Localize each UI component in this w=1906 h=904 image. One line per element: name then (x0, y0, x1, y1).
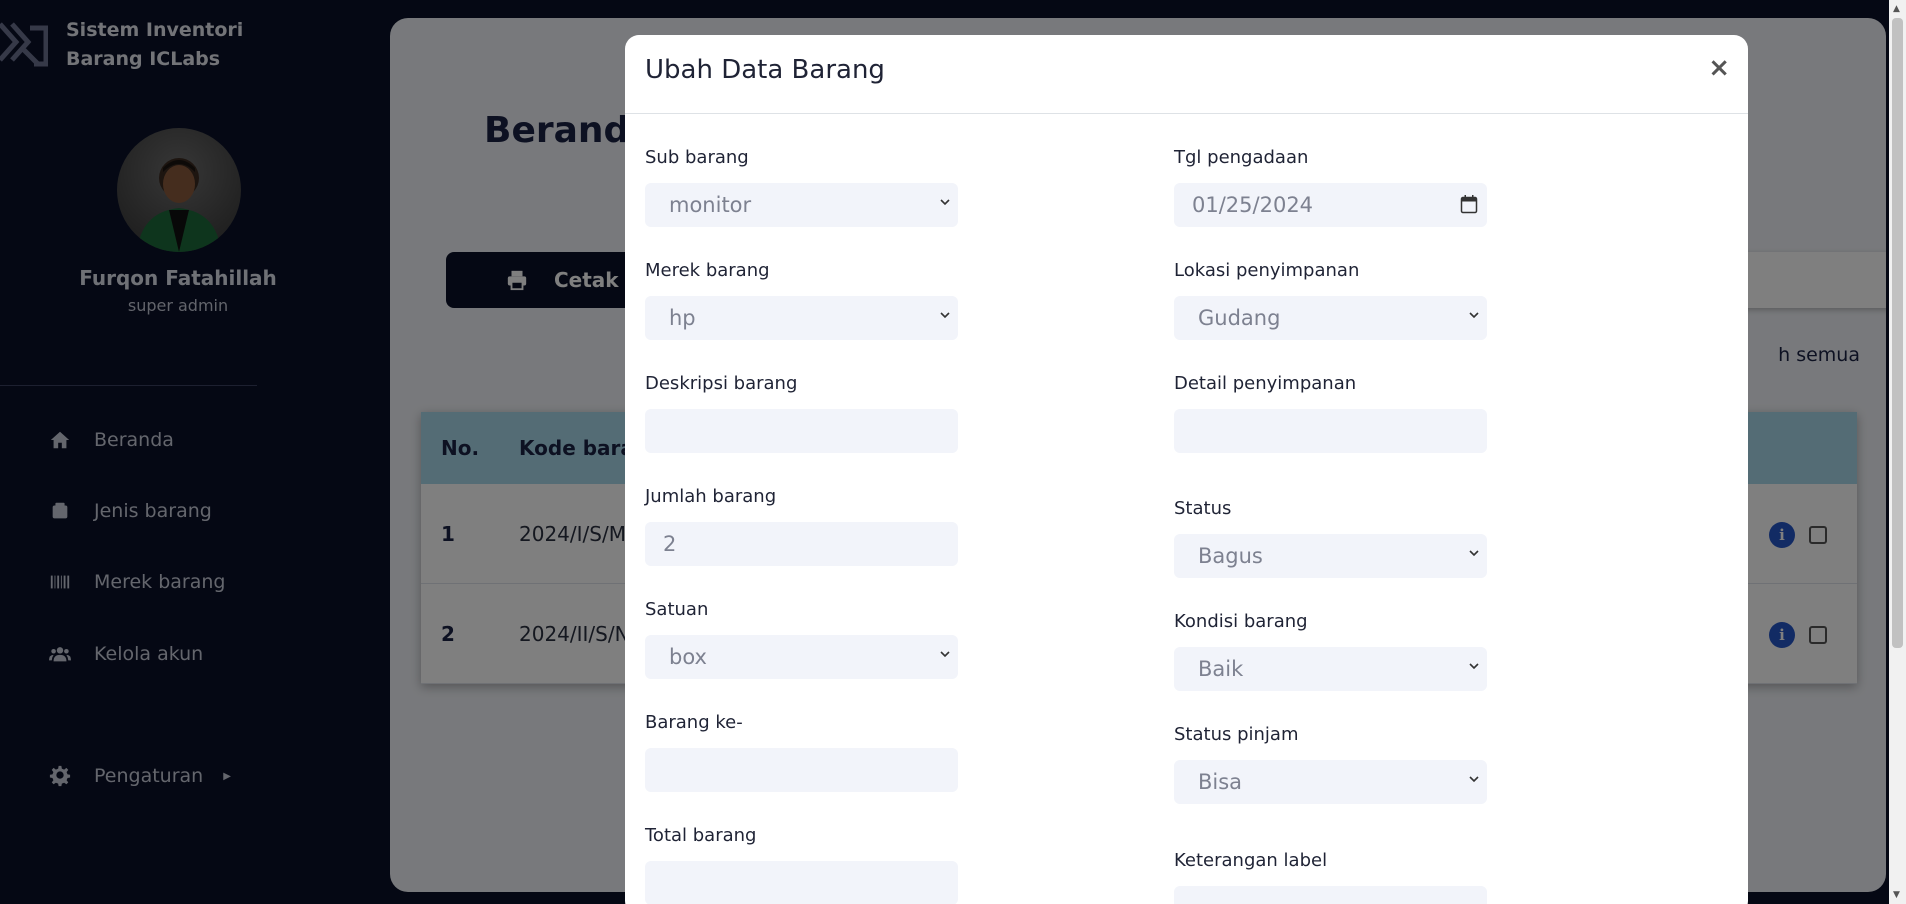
field-label: Jumlah barang (645, 486, 777, 507)
input-value: 01/25/2024 (1192, 193, 1314, 217)
calendar-icon[interactable] (1460, 194, 1478, 214)
chevron-down-icon (940, 312, 950, 319)
sub-barang-select[interactable]: monitor (645, 183, 958, 227)
chevron-down-icon (1469, 663, 1479, 670)
field-status-pinjam: Status pinjam Bisa (1174, 724, 1494, 804)
select-value: Bagus (1198, 544, 1263, 568)
field-total-barang: Total barang (645, 825, 965, 904)
field-label: Satuan (645, 599, 709, 620)
field-label: Deskripsi barang (645, 373, 798, 394)
deskripsi-barang-input[interactable] (645, 409, 958, 453)
modal-title: Ubah Data Barang (645, 55, 885, 85)
barang-ke-input[interactable] (645, 748, 958, 792)
merek-barang-select[interactable]: hp (645, 296, 958, 340)
field-detail-penyimpanan: Detail penyimpanan (1174, 373, 1494, 453)
field-merek-barang: Merek barang hp (645, 260, 965, 340)
page-scrollbar[interactable]: ▲ ▼ (1889, 0, 1906, 904)
field-barang-ke: Barang ke- (645, 712, 965, 792)
chevron-down-icon (1469, 776, 1479, 783)
field-satuan: Satuan box (645, 599, 965, 679)
scrollbar-thumb[interactable] (1892, 18, 1903, 648)
field-keterangan-label: Keterangan label (1174, 850, 1494, 904)
field-label: Barang ke- (645, 712, 743, 733)
field-label: Sub barang (645, 147, 749, 168)
modal-header: Ubah Data Barang × (625, 35, 1748, 114)
select-value: hp (669, 306, 696, 330)
close-icon[interactable]: × (1708, 53, 1730, 83)
detail-penyimpanan-input[interactable] (1174, 409, 1487, 453)
status-select[interactable]: Bagus (1174, 534, 1487, 578)
lokasi-penyimpanan-select[interactable]: Gudang (1174, 296, 1487, 340)
select-value: Gudang (1198, 306, 1281, 330)
field-label: Kondisi barang (1174, 611, 1308, 632)
tgl-pengadaan-input[interactable]: 01/25/2024 (1174, 183, 1487, 227)
chevron-down-icon (940, 651, 950, 658)
field-sub-barang: Sub barang monitor (645, 147, 965, 227)
keterangan-label-input[interactable] (1174, 886, 1487, 904)
kondisi-barang-select[interactable]: Baik (1174, 647, 1487, 691)
chevron-down-icon (1469, 312, 1479, 319)
scroll-down-icon[interactable]: ▼ (1893, 890, 1900, 900)
field-kondisi-barang: Kondisi barang Baik (1174, 611, 1494, 691)
scroll-up-icon[interactable]: ▲ (1893, 4, 1900, 14)
field-deskripsi-barang: Deskripsi barang (645, 373, 965, 453)
total-barang-input[interactable] (645, 861, 958, 904)
select-value: Baik (1198, 657, 1244, 681)
chevron-down-icon (940, 199, 950, 206)
select-value: box (669, 645, 707, 669)
field-lokasi-penyimpanan: Lokasi penyimpanan Gudang (1174, 260, 1494, 340)
chevron-down-icon (1469, 550, 1479, 557)
edit-item-modal: Ubah Data Barang × Sub barang monitor Me… (625, 35, 1748, 904)
status-pinjam-select[interactable]: Bisa (1174, 760, 1487, 804)
field-label: Total barang (645, 825, 757, 846)
select-value: Bisa (1198, 770, 1243, 794)
field-label: Detail penyimpanan (1174, 373, 1357, 394)
field-label: Status pinjam (1174, 724, 1299, 745)
input-value: 2 (663, 532, 677, 556)
field-label: Keterangan label (1174, 850, 1328, 871)
select-value: monitor (669, 193, 752, 217)
field-jumlah-barang: Jumlah barang 2 (645, 486, 965, 566)
field-label: Status (1174, 498, 1232, 519)
field-status: Status Bagus (1174, 498, 1494, 578)
field-tgl-pengadaan: Tgl pengadaan 01/25/2024 (1174, 147, 1494, 227)
jumlah-barang-input[interactable]: 2 (645, 522, 958, 566)
satuan-select[interactable]: box (645, 635, 958, 679)
field-label: Tgl pengadaan (1174, 147, 1309, 168)
field-label: Merek barang (645, 260, 770, 281)
field-label: Lokasi penyimpanan (1174, 260, 1360, 281)
